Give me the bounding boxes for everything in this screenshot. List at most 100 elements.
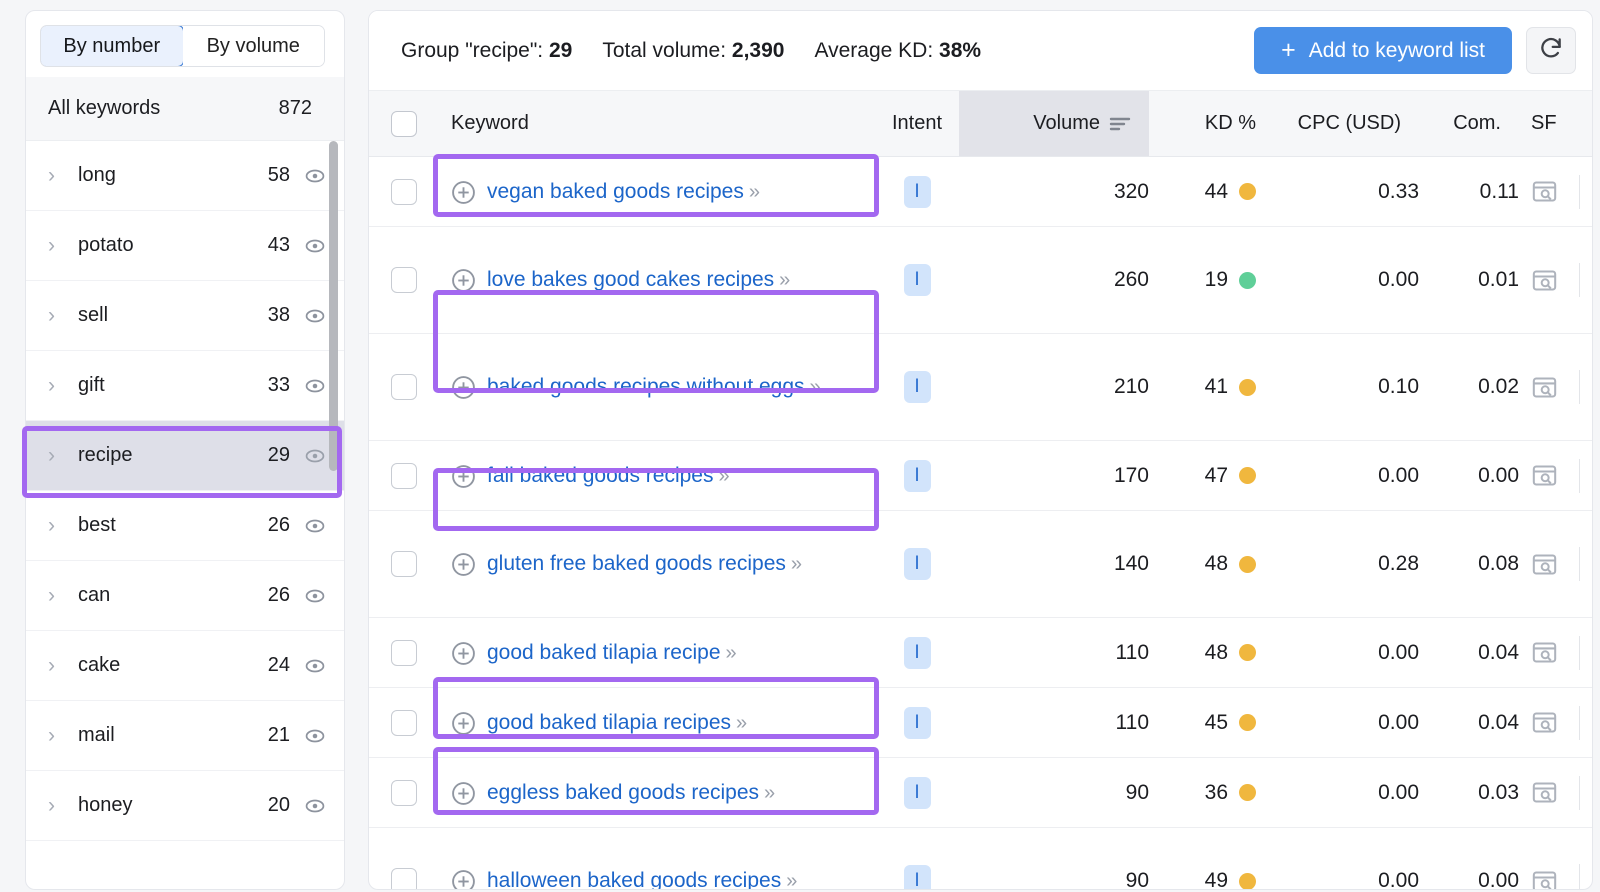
double-chevron-icon[interactable]: » bbox=[764, 782, 775, 804]
row-checkbox[interactable] bbox=[391, 462, 417, 489]
serp-features-icon[interactable] bbox=[1531, 709, 1558, 736]
sidebar-item-cake[interactable]: › cake 24 bbox=[26, 631, 344, 701]
row-checkbox[interactable] bbox=[391, 178, 417, 205]
eye-icon[interactable] bbox=[304, 235, 326, 257]
sidebar-item-gift[interactable]: › gift 33 bbox=[26, 351, 344, 421]
eye-icon[interactable] bbox=[304, 305, 326, 327]
chevron-right-icon[interactable]: › bbox=[48, 655, 66, 676]
eye-icon[interactable] bbox=[304, 655, 326, 677]
intent-badge[interactable]: I bbox=[903, 865, 931, 889]
table-row[interactable]: halloween baked goods recipes» I 90 49 0.00 0… bbox=[369, 827, 1592, 889]
add-keyword-icon[interactable] bbox=[451, 869, 476, 889]
chevron-right-icon[interactable]: › bbox=[48, 795, 66, 816]
col-intent[interactable]: Intent bbox=[875, 90, 959, 157]
eye-icon[interactable] bbox=[304, 445, 326, 467]
table-row[interactable]: good baked tilapia recipe» I 110 48 0.00 0.04 bbox=[369, 617, 1592, 688]
row-checkbox[interactable] bbox=[391, 374, 417, 400]
double-chevron-icon[interactable]: » bbox=[786, 870, 797, 889]
sidebar-item-can[interactable]: › can 26 bbox=[26, 561, 344, 631]
col-volume[interactable]: Volume bbox=[959, 90, 1149, 157]
table-row[interactable]: fall baked goods recipes» I 170 47 0.00 0.00 bbox=[369, 440, 1592, 511]
col-kd[interactable]: KD % bbox=[1149, 90, 1274, 157]
add-keyword-icon[interactable] bbox=[451, 552, 476, 577]
table-row[interactable]: vegan baked goods recipes» I 320 44 0.33 0.11 bbox=[369, 156, 1592, 227]
row-checkbox[interactable] bbox=[391, 709, 417, 736]
toggle-by-volume[interactable]: By volume bbox=[182, 26, 324, 66]
col-keyword[interactable]: Keyword bbox=[439, 90, 875, 157]
serp-features-icon[interactable] bbox=[1531, 639, 1558, 666]
sidebar-scrollbar-thumb[interactable] bbox=[329, 141, 338, 471]
eye-icon[interactable] bbox=[304, 585, 326, 607]
eye-icon[interactable] bbox=[304, 725, 326, 747]
serp-features-icon[interactable] bbox=[1531, 779, 1558, 806]
row-checkbox[interactable] bbox=[391, 551, 417, 577]
serp-features-icon[interactable] bbox=[1531, 267, 1558, 294]
table-row[interactable]: eggless baked goods recipes» I 90 36 0.00 0.0… bbox=[369, 757, 1592, 828]
col-com[interactable]: Com. bbox=[1419, 90, 1519, 157]
chevron-right-icon[interactable]: › bbox=[48, 305, 66, 326]
add-keyword-icon[interactable] bbox=[451, 641, 476, 666]
keyword-link[interactable]: baked goods recipes without eggs» bbox=[487, 372, 821, 402]
eye-icon[interactable] bbox=[304, 165, 326, 187]
sidebar-item-sell[interactable]: › sell 38 bbox=[26, 281, 344, 351]
double-chevron-icon[interactable]: » bbox=[810, 376, 821, 398]
sidebar-item-recipe[interactable]: › recipe 29 bbox=[26, 421, 344, 491]
serp-features-icon[interactable] bbox=[1531, 551, 1558, 578]
row-checkbox[interactable] bbox=[391, 868, 417, 889]
row-checkbox[interactable] bbox=[391, 639, 417, 666]
keyword-link[interactable]: good baked tilapia recipe» bbox=[487, 638, 737, 668]
serp-features-icon[interactable] bbox=[1531, 462, 1558, 489]
keyword-link[interactable]: eggless baked goods recipes» bbox=[487, 778, 775, 808]
intent-badge[interactable]: I bbox=[903, 548, 931, 580]
sidebar-item-mail[interactable]: › mail 21 bbox=[26, 701, 344, 771]
double-chevron-icon[interactable]: » bbox=[718, 465, 729, 487]
select-all-checkbox[interactable] bbox=[391, 110, 417, 137]
add-keyword-icon[interactable] bbox=[451, 375, 476, 400]
serp-features-icon[interactable] bbox=[1531, 178, 1558, 205]
chevron-right-icon[interactable]: › bbox=[48, 165, 66, 186]
keyword-link[interactable]: halloween baked goods recipes» bbox=[487, 866, 797, 889]
serp-features-icon[interactable] bbox=[1531, 374, 1558, 401]
serp-features-icon[interactable] bbox=[1531, 868, 1558, 889]
eye-icon[interactable] bbox=[304, 375, 326, 397]
intent-badge[interactable]: I bbox=[903, 264, 931, 296]
table-row[interactable]: gluten free baked goods recipes» I 140 48 0.… bbox=[369, 510, 1592, 618]
keyword-link[interactable]: vegan baked goods recipes» bbox=[487, 177, 760, 207]
chevron-right-icon[interactable]: › bbox=[48, 445, 66, 466]
table-row[interactable]: good baked tilapia recipes» I 110 45 0.00 0.0… bbox=[369, 687, 1592, 758]
row-checkbox[interactable] bbox=[391, 267, 417, 293]
toggle-by-number[interactable]: By number bbox=[41, 26, 184, 66]
table-row[interactable]: love bakes good cakes recipes» I 260 19 0.00… bbox=[369, 226, 1592, 334]
refresh-button[interactable] bbox=[1526, 27, 1576, 74]
add-keyword-icon[interactable] bbox=[451, 464, 476, 489]
intent-badge[interactable]: I bbox=[903, 175, 931, 208]
chevron-right-icon[interactable]: › bbox=[48, 235, 66, 256]
add-to-keyword-list-button[interactable]: + Add to keyword list bbox=[1254, 27, 1512, 74]
double-chevron-icon[interactable]: » bbox=[779, 269, 790, 291]
keyword-link[interactable]: love bakes good cakes recipes» bbox=[487, 265, 790, 295]
col-sf[interactable]: SF bbox=[1519, 90, 1592, 157]
eye-icon[interactable] bbox=[304, 795, 326, 817]
add-keyword-icon[interactable] bbox=[451, 268, 476, 293]
double-chevron-icon[interactable]: » bbox=[736, 712, 747, 734]
chevron-right-icon[interactable]: › bbox=[48, 585, 66, 606]
row-checkbox[interactable] bbox=[391, 779, 417, 806]
intent-badge[interactable]: I bbox=[903, 459, 931, 492]
table-row[interactable]: baked goods recipes without eggs» I 210 41 0… bbox=[369, 333, 1592, 441]
sort-descending-icon[interactable] bbox=[1109, 116, 1131, 132]
chevron-right-icon[interactable]: › bbox=[48, 375, 66, 396]
intent-badge[interactable]: I bbox=[903, 371, 931, 403]
double-chevron-icon[interactable]: » bbox=[791, 553, 802, 575]
intent-badge[interactable]: I bbox=[903, 636, 931, 669]
col-cpc[interactable]: CPC (USD) bbox=[1274, 90, 1419, 157]
sidebar-item-all-keywords[interactable]: All keywords 872 bbox=[26, 77, 344, 141]
sidebar-item-potato[interactable]: › potato 43 bbox=[26, 211, 344, 281]
add-keyword-icon[interactable] bbox=[451, 180, 476, 205]
double-chevron-icon[interactable]: » bbox=[726, 642, 737, 664]
double-chevron-icon[interactable]: » bbox=[749, 181, 760, 203]
sidebar-scrollbar[interactable] bbox=[329, 141, 338, 889]
keyword-link[interactable]: good baked tilapia recipes» bbox=[487, 708, 747, 738]
sidebar-item-honey[interactable]: › honey 20 bbox=[26, 771, 344, 841]
add-keyword-icon[interactable] bbox=[451, 711, 476, 736]
eye-icon[interactable] bbox=[304, 515, 326, 537]
